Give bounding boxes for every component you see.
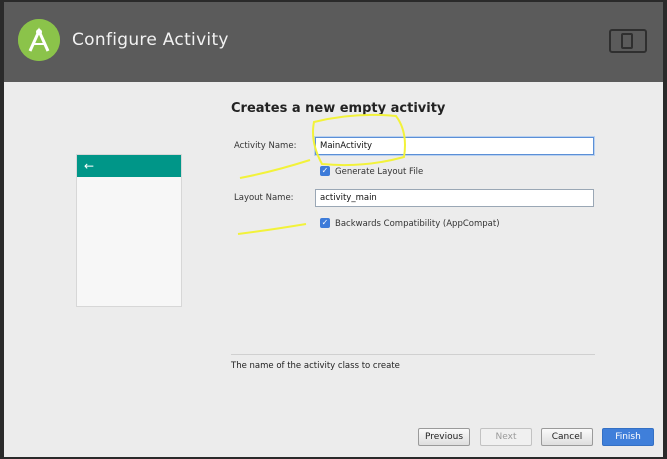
configure-activity-window: Configure Activity ← Creates a new empty…: [4, 2, 663, 457]
header-title: Configure Activity: [72, 30, 229, 50]
finish-button[interactable]: Finish: [602, 428, 654, 446]
activity-preview: ←: [76, 154, 182, 307]
layout-name-label: Layout Name:: [234, 193, 294, 203]
backwards-compat-label: Backwards Compatibility (AppCompat): [335, 219, 500, 229]
previous-button[interactable]: Previous: [418, 428, 470, 446]
next-button[interactable]: Next: [480, 428, 532, 446]
header-bar: Configure Activity: [4, 2, 663, 82]
field-hint: The name of the activity class to create: [231, 361, 400, 371]
divider: [231, 354, 595, 355]
generate-layout-label: Generate Layout File: [335, 167, 424, 177]
device-preview-icon: [609, 29, 647, 53]
android-studio-logo-icon: [18, 19, 60, 61]
form-title: Creates a new empty activity: [231, 101, 446, 116]
cancel-button[interactable]: Cancel: [541, 428, 593, 446]
back-arrow-icon: ←: [84, 159, 95, 173]
activity-name-label: Activity Name:: [234, 141, 297, 151]
activity-name-input[interactable]: MainActivity: [315, 137, 594, 155]
backwards-compat-checkbox[interactable]: ✓: [320, 218, 330, 228]
layout-name-input[interactable]: activity_main: [315, 189, 594, 207]
preview-toolbar: ←: [77, 155, 181, 177]
generate-layout-checkbox[interactable]: ✓: [320, 166, 330, 176]
